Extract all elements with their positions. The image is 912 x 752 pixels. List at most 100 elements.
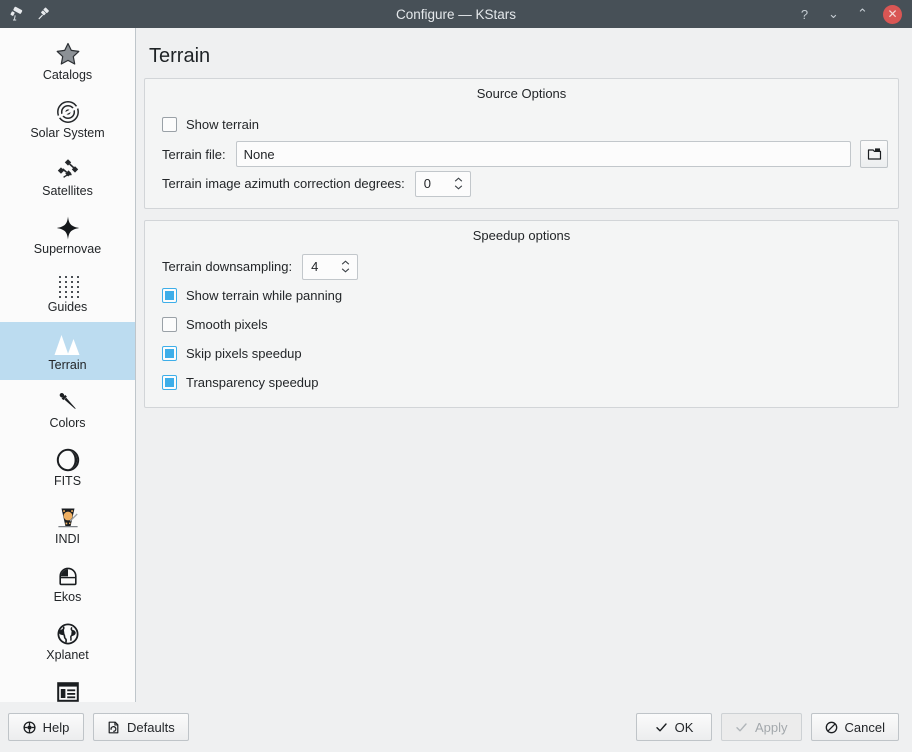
sidebar-label: Satellites [42,185,93,199]
help-button-label: Help [43,720,70,735]
show-terrain-label: Show terrain [186,117,259,132]
window-controls: ? ⌄ ⌃ ✕ [796,5,912,24]
sidebar-label: Xplanet [46,649,88,663]
check-icon [655,721,668,734]
close-button[interactable]: ✕ [883,5,902,24]
downsampling-label: Terrain downsampling: [162,259,292,274]
help-button[interactable]: ? [796,6,813,23]
speedup-options-group: Speedup options Terrain downsampling: 4 … [144,220,899,408]
dialog-button-bar: Help Defaults OK [0,702,912,752]
transparency-speedup-checkbox[interactable] [162,375,177,390]
cancel-button[interactable]: Cancel [811,713,899,741]
dot-grid-icon [55,271,81,299]
spinbox-arrows[interactable] [339,260,357,273]
checkbox-label: Show terrain while panning [186,288,342,303]
chevron-up-icon [341,260,350,265]
help-button[interactable]: Help [8,713,84,741]
show-terrain-checkbox-row[interactable]: Show terrain [155,111,888,138]
titlebar-icons [0,5,53,23]
skip-pixels-speedup-checkbox[interactable] [162,346,177,361]
moon-phase-icon [55,445,81,473]
terrain-file-row: Terrain file: None [155,140,888,168]
sidebar-label: Supernovae [34,243,101,257]
checkbox-label: Skip pixels speedup [186,346,302,361]
titlebar: Configure — KStars ? ⌄ ⌃ ✕ [0,0,912,28]
ok-button[interactable]: OK [636,713,712,741]
source-options-title: Source Options [155,79,888,111]
sidebar-label: FITS [54,475,81,489]
observatory-icon [55,561,81,589]
settings-sidebar[interactable]: Catalogs Solar System [0,28,136,702]
show-terrain-while-panning-row[interactable]: Show terrain while panning [155,282,888,309]
ok-button-label: OK [675,720,694,735]
checkbox-label: Transparency speedup [186,375,319,390]
sidebar-item-ekos[interactable]: Ekos [0,554,135,612]
satellite-icon [55,155,81,183]
apply-button[interactable]: Apply [721,713,802,741]
minimize-button[interactable]: ⌄ [825,6,842,23]
show-terrain-while-panning-checkbox[interactable] [162,288,177,303]
downsampling-row: Terrain downsampling: 4 [155,253,888,280]
sidebar-item-satellites[interactable]: Satellites [0,148,135,206]
azimuth-correction-label: Terrain image azimuth correction degrees… [162,176,405,191]
chevron-down-icon [454,185,463,190]
downsampling-spinbox[interactable]: 4 [302,254,358,280]
star-icon [55,39,81,67]
sparkle-icon [55,213,81,241]
defaults-button-label: Defaults [127,720,175,735]
dialog-body: Catalogs Solar System [0,28,912,702]
defaults-button[interactable]: Defaults [93,713,189,741]
eyedropper-icon [55,387,81,415]
sidebar-item-xplanet[interactable]: Xplanet [0,612,135,670]
sidebar-item-solar-system[interactable]: Solar System [0,90,135,148]
sidebar-label: INDI [55,533,80,547]
azimuth-correction-row: Terrain image azimuth correction degrees… [155,170,888,197]
terrain-file-label: Terrain file: [162,147,226,162]
configure-dialog: Configure — KStars ? ⌄ ⌃ ✕ Catalogs [0,0,912,752]
cancel-button-label: Cancel [845,720,885,735]
sidebar-item-fits[interactable]: FITS [0,438,135,496]
folder-open-icon[interactable] [860,140,888,168]
sidebar-item-terrain[interactable]: Terrain [0,322,135,380]
terrain-file-input[interactable]: None [236,141,851,167]
sidebar-item-colors[interactable]: Colors [0,380,135,438]
smooth-pixels-checkbox[interactable] [162,317,177,332]
check-icon [735,721,748,734]
help-icon [23,721,36,734]
sidebar-label: Colors [49,417,85,431]
telescope-icon [8,5,26,23]
globe-icon [55,619,81,647]
sidebar-label: Catalogs [43,69,92,83]
mountains-icon [52,329,84,357]
sidebar-label: Guides [48,301,88,315]
sidebar-item-advanced[interactable]: Advanced [0,670,135,702]
downsampling-value: 4 [303,259,339,274]
speedup-options-title: Speedup options [155,221,888,253]
sidebar-label: Ekos [54,591,82,605]
smooth-pixels-row[interactable]: Smooth pixels [155,311,888,338]
checkbox-label: Smooth pixels [186,317,268,332]
sidebar-label: Terrain [48,359,86,373]
maximize-button[interactable]: ⌃ [854,6,871,23]
settings-content: Terrain Source Options Show terrain Terr… [136,28,912,702]
planet-icon [55,97,81,125]
transparency-speedup-row[interactable]: Transparency speedup [155,369,888,396]
sidebar-item-indi[interactable]: INDI [0,496,135,554]
sidebar-item-catalogs[interactable]: Catalogs [0,32,135,90]
azimuth-correction-value: 0 [416,176,452,191]
azimuth-correction-spinbox[interactable]: 0 [415,171,471,197]
skip-pixels-speedup-row[interactable]: Skip pixels speedup [155,340,888,367]
chevron-up-icon [454,177,463,182]
sidebar-item-supernovae[interactable]: Supernovae [0,206,135,264]
spinbox-arrows[interactable] [452,177,470,190]
source-options-group: Source Options Show terrain Terrain file… [144,78,899,209]
chevron-down-icon [341,268,350,273]
sidebar-label: Solar System [30,127,104,141]
sidebar-item-guides[interactable]: Guides [0,264,135,322]
show-terrain-checkbox[interactable] [162,117,177,132]
pin-icon[interactable] [35,5,53,23]
window-title: Configure — KStars [0,7,912,22]
apply-button-label: Apply [755,720,788,735]
list-view-icon [55,677,81,702]
indi-icon [55,503,81,531]
